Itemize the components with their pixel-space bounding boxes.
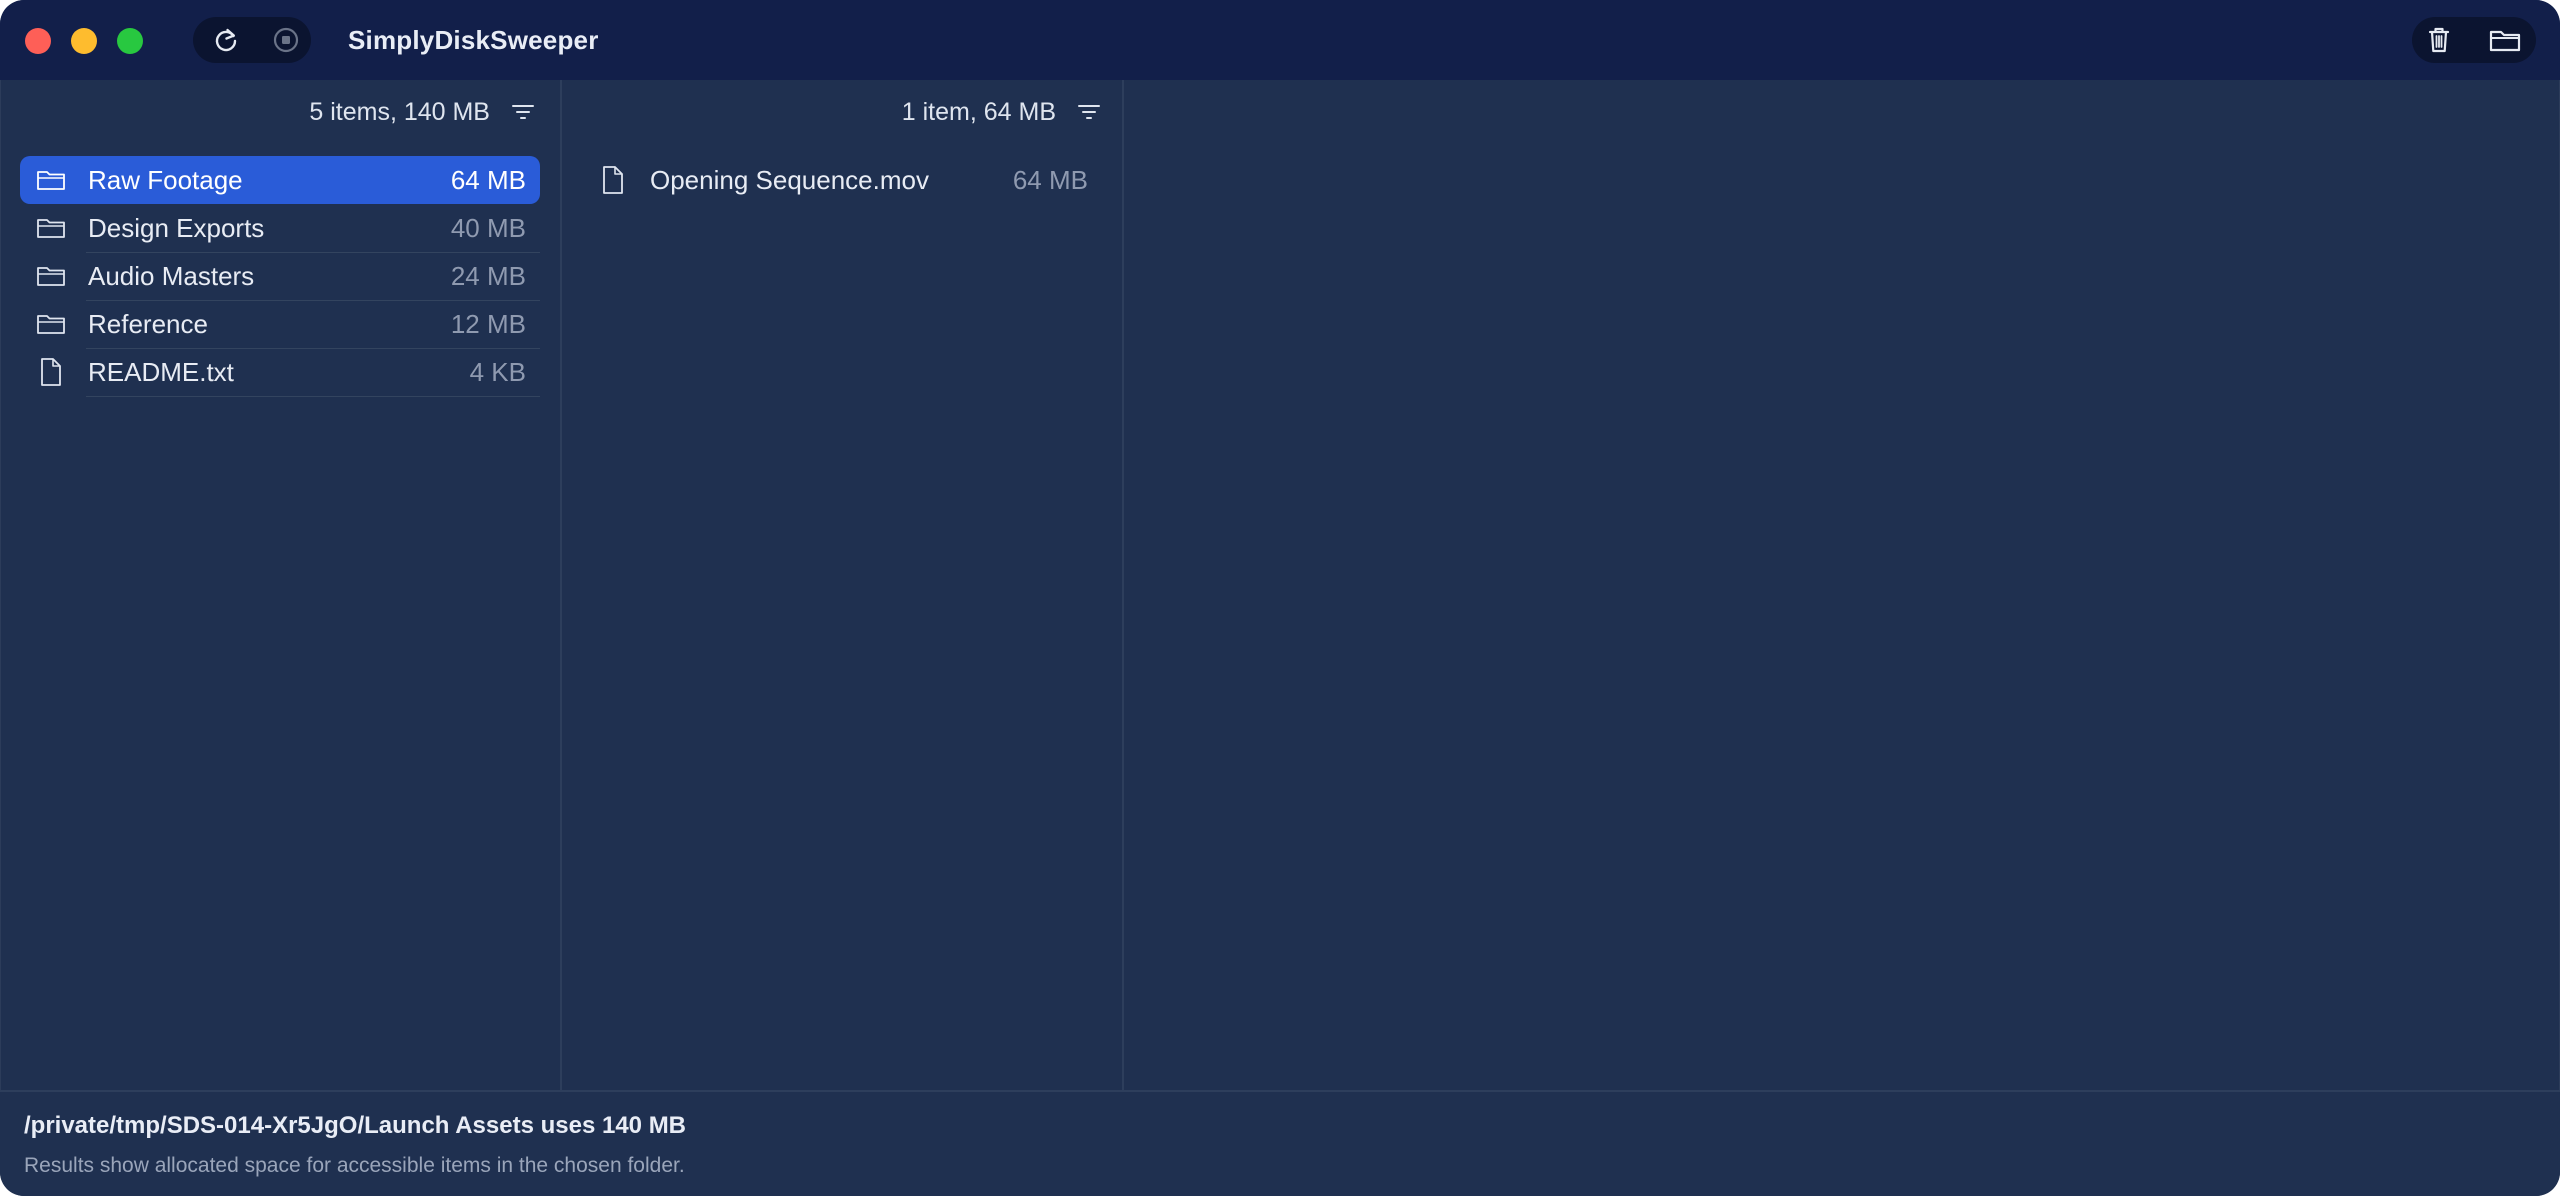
title-bar: SimplyDiskSweeper — [0, 0, 2560, 80]
item-size: 64 MB — [450, 164, 526, 195]
item-name: Raw Footage — [88, 164, 243, 195]
list-item[interactable]: Opening Sequence.mov 64 MB — [582, 156, 1102, 204]
refresh-icon — [215, 28, 237, 52]
item-name: Reference — [88, 308, 208, 339]
item-size: 24 MB — [450, 260, 526, 291]
zoom-window-button[interactable] — [117, 28, 143, 54]
sort-icon — [512, 105, 534, 119]
folder-icon — [34, 259, 68, 293]
column-1-list: Raw Footage 64 MB Design Exports 40 MB A… — [20, 156, 540, 397]
folder-icon — [34, 163, 68, 197]
folder-icon — [34, 307, 68, 341]
app-title: SimplyDiskSweeper — [348, 25, 599, 55]
column-2-header: 1 item, 64 MB — [902, 94, 1102, 130]
list-item[interactable]: Design Exports 40 MB — [20, 204, 540, 253]
action-controls — [2412, 17, 2536, 63]
list-item[interactable]: Audio Masters 24 MB — [20, 252, 540, 301]
sort-button[interactable] — [1076, 102, 1102, 122]
sort-button[interactable] — [510, 102, 536, 122]
item-size: 40 MB — [450, 212, 526, 243]
column-2: 1 item, 64 MB Opening Sequence.mov 64 MB — [562, 80, 1124, 1090]
item-name: Design Exports — [88, 212, 265, 243]
choose-folder-button[interactable] — [2482, 17, 2528, 63]
list-item[interactable]: README.txt 4 KB — [20, 348, 540, 397]
status-path-usage: /private/tmp/SDS-014-Xr5JgO/Launch Asset… — [24, 1112, 687, 1139]
column-1-header: 5 items, 140 MB — [309, 94, 536, 130]
item-size: 64 MB — [1012, 164, 1088, 195]
close-window-button[interactable] — [25, 28, 51, 54]
item-name: Opening Sequence.mov — [650, 164, 929, 195]
row-divider — [86, 396, 540, 397]
column-2-summary: 1 item, 64 MB — [901, 97, 1056, 126]
app-window: SimplyDiskSweeper 5 items, 140 MB Raw Fo… — [0, 0, 2560, 1196]
column-1: 5 items, 140 MB Raw Footage 64 MB Design… — [0, 80, 562, 1090]
item-size: 4 KB — [469, 356, 526, 387]
list-item[interactable]: Reference 12 MB — [20, 300, 540, 349]
list-item[interactable]: Raw Footage 64 MB — [20, 156, 540, 204]
status-note: Results show allocated space for accessi… — [24, 1154, 685, 1177]
column-2-list: Opening Sequence.mov 64 MB — [582, 156, 1102, 204]
item-size: 12 MB — [450, 308, 526, 339]
item-name: Audio Masters — [88, 260, 255, 291]
refresh-button[interactable] — [203, 17, 249, 63]
column-1-summary: 5 items, 140 MB — [309, 97, 490, 126]
scan-controls — [193, 17, 311, 63]
sort-icon — [1078, 105, 1100, 119]
trash-icon — [2428, 27, 2450, 53]
stop-icon — [273, 27, 299, 53]
folder-icon — [2489, 30, 2521, 52]
stop-button[interactable] — [263, 17, 309, 63]
folder-icon — [34, 211, 68, 245]
move-to-trash-button[interactable] — [2416, 17, 2462, 63]
file-icon — [34, 355, 68, 389]
minimize-window-button[interactable] — [71, 28, 97, 54]
file-icon — [596, 163, 630, 197]
status-bar: /private/tmp/SDS-014-Xr5JgO/Launch Asset… — [0, 1090, 2560, 1196]
item-name: README.txt — [88, 356, 234, 387]
